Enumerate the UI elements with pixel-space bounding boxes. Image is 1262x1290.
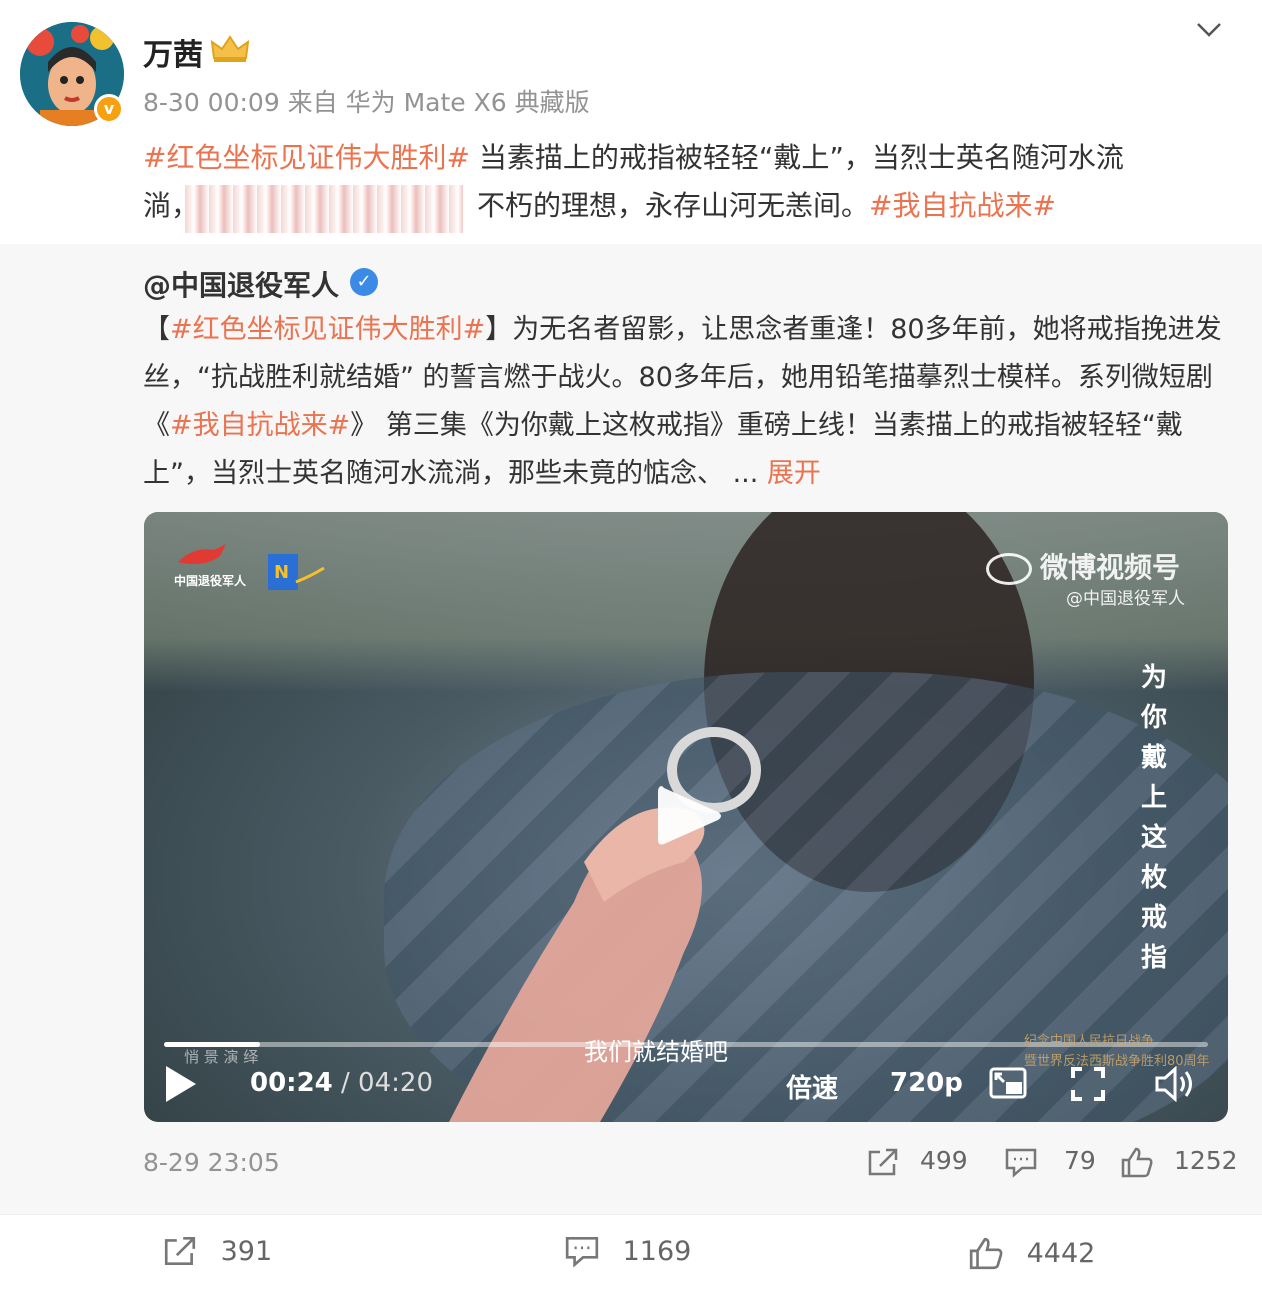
progress-fill xyxy=(164,1042,261,1047)
like-button[interactable]: 4442 xyxy=(968,1236,1095,1270)
thumbs-up-icon xyxy=(1121,1147,1153,1178)
repost-username[interactable]: @中国退役军人 xyxy=(143,264,339,304)
verified-blue-icon: ✓ xyxy=(350,268,378,296)
weibo-logo-icon xyxy=(986,553,1032,585)
hashtag-link[interactable]: #我自抗战来# xyxy=(869,189,1056,222)
play-icon[interactable] xyxy=(652,780,724,852)
repost-comment-button[interactable]: 79 xyxy=(1004,1146,1096,1178)
quality-button[interactable]: 720p xyxy=(890,1068,963,1098)
svg-text:N: N xyxy=(274,562,289,583)
play-control-icon[interactable] xyxy=(162,1064,198,1104)
video-time: 00:24 / 04:20 xyxy=(250,1068,433,1098)
brand-logo: 中国退役军人 xyxy=(174,542,246,589)
hashtag-link[interactable]: #我自抗战来# xyxy=(170,410,350,441)
comment-icon xyxy=(1005,1148,1037,1178)
hashtag-link[interactable]: #红色坐标见证伟大胜利# xyxy=(143,141,470,174)
speed-button[interactable]: 倍速 xyxy=(786,1068,838,1105)
video-subtitle: 我们就结婚吧 xyxy=(584,1038,728,1066)
weibo-watermark: 微博视频号 xyxy=(986,546,1180,586)
video-vertical-title: 为你戴上这枚戒指 xyxy=(1140,663,1167,973)
comment-icon xyxy=(565,1236,599,1268)
video-corner-caption: 纪念中国人民抗日战争 暨世界反法西斯战争胜利80周年 xyxy=(1024,1034,1210,1069)
divider xyxy=(0,1214,1262,1215)
repost-text: 【#红色坐标见证伟大胜利#】为无名者留影，让思念者重逢！80多年前，她将戒指挽进… xyxy=(143,314,1222,489)
blurred-text xyxy=(185,185,463,233)
comment-button[interactable]: 1169 xyxy=(564,1234,691,1268)
share-icon xyxy=(164,1236,196,1266)
picture-in-picture-icon[interactable] xyxy=(988,1066,1028,1102)
share-button[interactable]: 391 xyxy=(162,1234,272,1268)
repost-time: 8-29 23:05 xyxy=(143,1148,280,1177)
post-meta: 8-30 00:09 来自 华为 Mate X6 典藏版 xyxy=(143,88,590,117)
weibo-watermark-sub: @中国退役军人 xyxy=(1066,589,1185,609)
share-icon xyxy=(868,1148,898,1176)
verified-badge-icon: v xyxy=(94,94,124,124)
expand-link[interactable]: 展开 xyxy=(767,458,821,489)
chevron-down-icon[interactable] xyxy=(1194,20,1224,40)
crown-icon xyxy=(210,35,250,62)
hashtag-link[interactable]: #红色坐标见证伟大胜利# xyxy=(170,314,485,345)
thumbs-up-icon xyxy=(969,1237,1003,1270)
repost-share-button[interactable]: 499 xyxy=(866,1146,968,1178)
news-logo: N xyxy=(268,554,325,590)
video-player[interactable]: 中国退役军人 N 微博视频号 @中国退役军人 为你戴上这枚戒指 悄 景 演 绎 … xyxy=(144,512,1228,1122)
post-username[interactable]: 万茜 xyxy=(143,30,203,74)
repost-like-button[interactable]: 1252 xyxy=(1120,1146,1238,1178)
